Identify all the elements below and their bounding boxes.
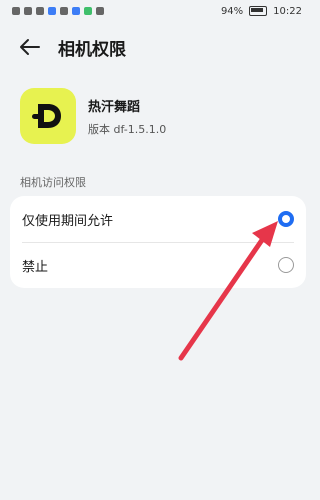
app-info: 热汗舞蹈 版本 df-1.5.1.0 — [20, 86, 296, 146]
status-right: 94% 10:22 — [221, 6, 302, 17]
status-bar: 94% 10:22 — [0, 0, 316, 22]
app-text: 热汗舞蹈 版本 df-1.5.1.0 — [88, 96, 166, 137]
option-label: 仅使用期间允许 — [22, 213, 114, 229]
app-name: 热汗舞蹈 — [88, 99, 141, 115]
battery-icon — [249, 6, 268, 16]
option-deny[interactable]: 禁止 — [10, 242, 306, 288]
more-dots-icon — [96, 7, 104, 15]
app-logo-icon — [20, 88, 76, 144]
bag-icon — [84, 7, 92, 15]
status-icons-left — [12, 7, 104, 15]
header: 相机权限 — [0, 30, 316, 64]
shield-icon — [60, 7, 68, 15]
section-label: 相机访问权限 — [20, 176, 86, 189]
arrow-left-icon — [20, 39, 40, 55]
signal-icon — [24, 7, 32, 15]
radio-unselected[interactable] — [278, 257, 294, 273]
option-label: 禁止 — [22, 259, 49, 275]
sim-icon — [12, 7, 20, 15]
wifi-icon — [36, 7, 44, 15]
radio-selected[interactable] — [278, 211, 294, 227]
clock-time: 10:22 — [273, 5, 302, 17]
option-allow-while-using[interactable]: 仅使用期间允许 — [10, 196, 306, 242]
app-notification-icon — [72, 7, 80, 15]
app-version: 版本 df-1.5.1.0 — [88, 122, 167, 136]
battery-percent: 94% — [220, 5, 244, 17]
cloud-icon — [48, 7, 56, 15]
back-button[interactable] — [10, 30, 50, 64]
page-title: 相机权限 — [58, 39, 126, 60]
permission-options-card: 仅使用期间允许 禁止 — [10, 196, 306, 288]
